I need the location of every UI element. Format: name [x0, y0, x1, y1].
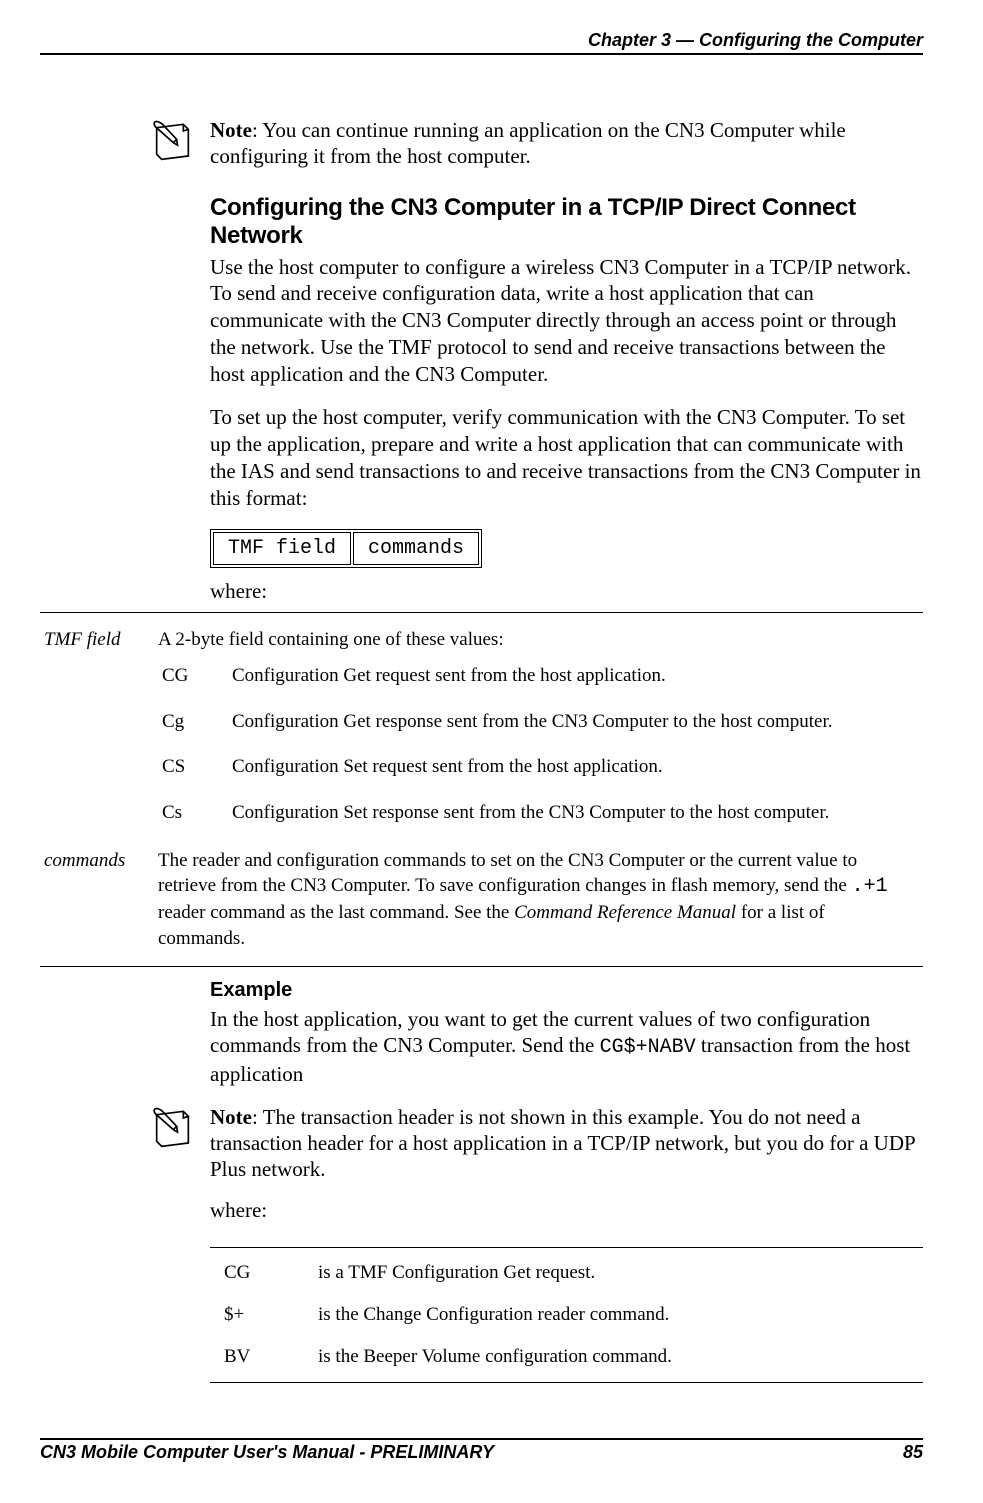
- tmf-format-box: TMF field commands: [210, 529, 482, 568]
- where-definitions-table: CGis a TMF Configuration Get request. $+…: [210, 1247, 923, 1383]
- sub-desc: Configuration Set request sent from the …: [228, 744, 843, 790]
- sub-desc: Configuration Get response sent from the…: [228, 699, 843, 745]
- table-row: BVis the Beeper Volume configuration com…: [210, 1336, 923, 1378]
- def-em: Command Reference Manual: [514, 902, 736, 923]
- note-icon: [150, 1106, 200, 1150]
- paragraph-1: Use the host computer to configure a wir…: [210, 254, 923, 388]
- example-paragraph: In the host application, you want to get…: [210, 1006, 923, 1088]
- sub-code: CS: [158, 744, 228, 790]
- example-heading: Example: [210, 979, 923, 1002]
- footer-title: CN3 Mobile Computer User's Manual - PREL…: [40, 1442, 494, 1463]
- table-row: CsConfiguration Set response sent from t…: [158, 790, 843, 836]
- where-code: CG: [210, 1252, 304, 1294]
- where-desc: is the Change Configuration reader comma…: [304, 1294, 923, 1336]
- note-label: Note: [210, 1105, 252, 1129]
- note-text-2: Note: The transaction header is not show…: [210, 1104, 923, 1223]
- tmf-commands-cell: commands: [353, 532, 479, 565]
- sub-desc: Configuration Get request sent from the …: [228, 653, 843, 699]
- tmf-field-cell: TMF field: [213, 532, 351, 565]
- sub-code: CG: [158, 653, 228, 699]
- sub-code: Cg: [158, 699, 228, 745]
- def-term-tmf: TMF field: [40, 621, 154, 841]
- definitions-table: TMF field A 2-byte field containing one …: [40, 612, 923, 966]
- table-row: CGConfiguration Get request sent from th…: [158, 653, 843, 699]
- where-desc: is a TMF Configuration Get request.: [304, 1252, 923, 1294]
- page-header: Chapter 3 — Configuring the Computer: [40, 30, 923, 55]
- def-code: .+1: [852, 875, 888, 898]
- def-text: The reader and configuration commands to…: [158, 850, 857, 897]
- sub-desc: Configuration Set response sent from the…: [228, 790, 843, 836]
- where-code: BV: [210, 1336, 304, 1378]
- note-body-1: : You can continue running an applicatio…: [210, 118, 846, 168]
- note-block-1: Note: You can continue running an applic…: [150, 117, 923, 170]
- table-row: CGis a TMF Configuration Get request.: [210, 1252, 923, 1294]
- def-desc-tmf: A 2-byte field containing one of these v…: [158, 627, 913, 653]
- def-text: reader command as the last command. See …: [158, 902, 514, 923]
- def-desc-commands: The reader and configuration commands to…: [154, 842, 923, 958]
- table-row: CSConfiguration Set request sent from th…: [158, 744, 843, 790]
- tmf-values-table: CGConfiguration Get request sent from th…: [158, 653, 843, 836]
- where-desc: is the Beeper Volume configuration comma…: [304, 1336, 923, 1378]
- note-label: Note: [210, 118, 252, 142]
- note-icon: [150, 119, 200, 163]
- paragraph-2: To set up the host computer, verify comm…: [210, 404, 923, 512]
- note-body-2: : The transaction header is not shown in…: [210, 1105, 915, 1182]
- where-label-1: where:: [210, 579, 923, 604]
- note-text-1: Note: You can continue running an applic…: [210, 117, 923, 170]
- sub-code: Cs: [158, 790, 228, 836]
- where-label-2: where:: [210, 1197, 923, 1223]
- table-row: CgConfiguration Get response sent from t…: [158, 699, 843, 745]
- note-block-2: Note: The transaction header is not show…: [150, 1104, 923, 1223]
- example-code: CG$+NABV: [600, 1036, 696, 1059]
- where-code: $+: [210, 1294, 304, 1336]
- page-number: 85: [903, 1442, 923, 1463]
- page-footer: CN3 Mobile Computer User's Manual - PREL…: [40, 1438, 923, 1463]
- table-row: $+is the Change Configuration reader com…: [210, 1294, 923, 1336]
- section-title: Configuring the CN3 Computer in a TCP/IP…: [210, 194, 923, 250]
- def-term-commands: commands: [40, 842, 154, 958]
